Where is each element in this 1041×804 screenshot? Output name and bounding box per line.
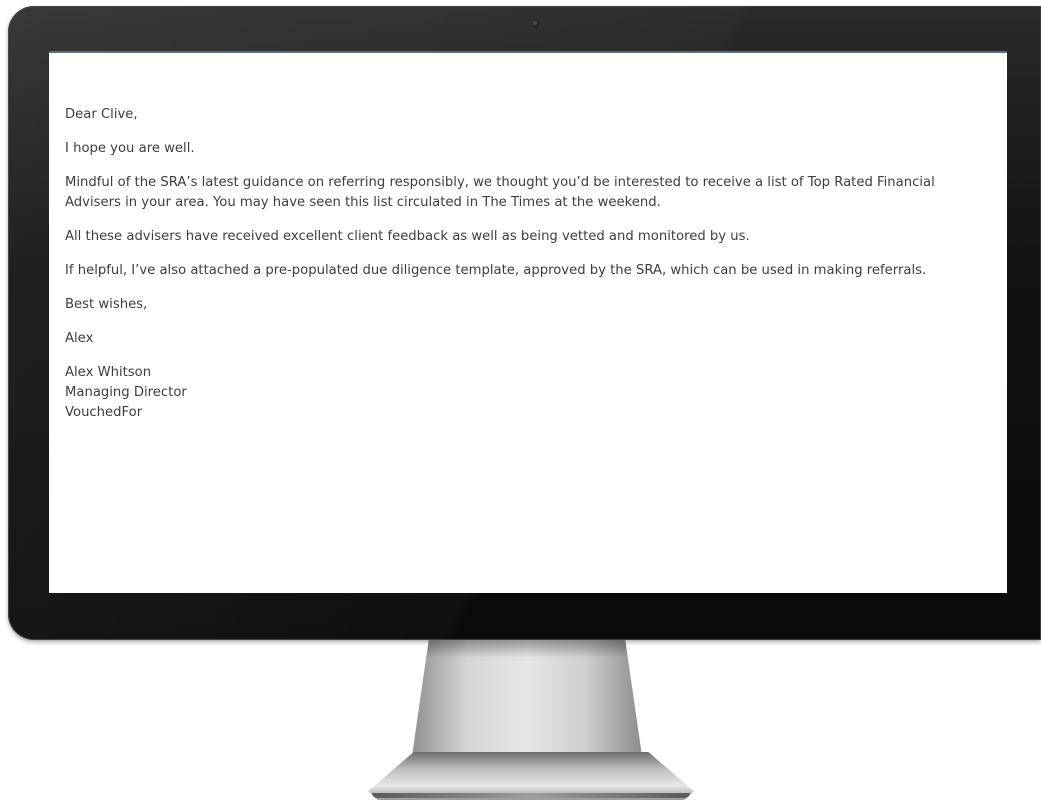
monitor-stand-neck	[410, 640, 644, 770]
email-greeting: Dear Clive,	[65, 107, 138, 122]
email-paragraph-template: If helpful, I’ve also attached a pre-pop…	[65, 263, 927, 278]
email-paragraph-advisers: All these advisers have received excelle…	[65, 229, 750, 244]
monitor-stand-shadow	[426, 640, 628, 658]
email-closing: Best wishes,	[65, 297, 148, 312]
email-paragraph-guidance: Mindful of the SRA’s latest guidance on …	[65, 175, 935, 210]
camera-icon	[532, 20, 539, 27]
email-body: Dear Clive, I hope you are well. Mindful…	[65, 105, 990, 437]
signature-title: Managing Director	[65, 385, 187, 400]
monitor-illustration: Dear Clive, I hope you are well. Mindful…	[0, 0, 1041, 804]
email-signature: Alex Whitson Managing Director VouchedFo…	[65, 363, 990, 423]
monitor-screen: Dear Clive, I hope you are well. Mindful…	[49, 51, 1007, 593]
monitor-stand-foot-edge	[372, 793, 690, 798]
email-opening: I hope you are well.	[65, 141, 195, 156]
signature-name: Alex Whitson	[65, 365, 152, 380]
email-sign-off: Alex	[65, 331, 94, 346]
signature-company: VouchedFor	[65, 405, 143, 420]
